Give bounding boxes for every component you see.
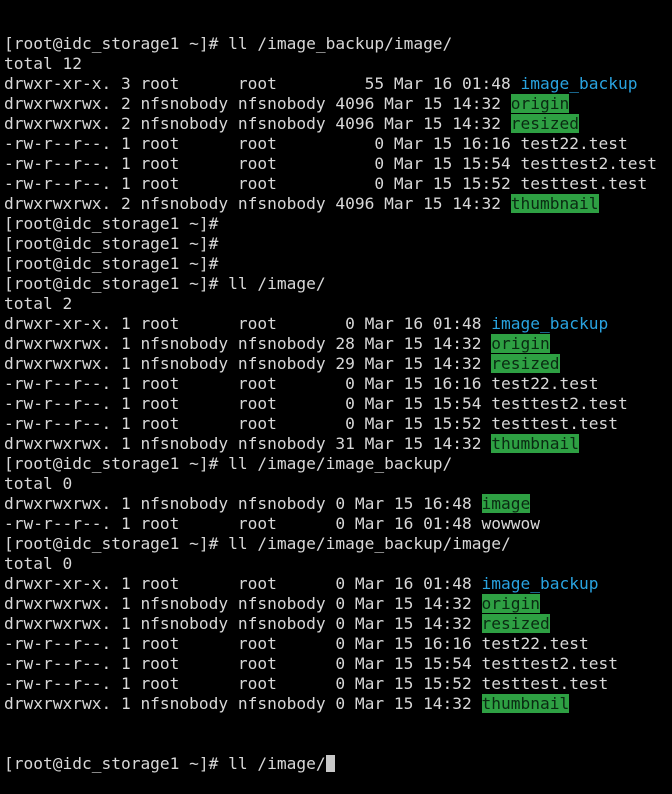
listing-details: drwxrwxrwx. 2 nfsnobody nfsnobody 4096 M… [4,94,511,113]
prompt-line: [root@idc_storage1 ~]# [4,254,672,274]
listing-details: -rw-r--r--. 1 root root 0 Mar 16 01:48 [4,514,482,533]
directory-name: origin [510,94,570,113]
file-name: testtest.test [491,414,618,433]
listing-details: drwxrwxrwx. 1 nfsnobody nfsnobody 29 Mar… [4,354,492,373]
listing-details: drwxrwxrwx. 1 nfsnobody nfsnobody 31 Mar… [4,434,492,453]
listing-details: -rw-r--r--. 1 root root 0 Mar 15 16:16 [4,634,482,653]
file-name: testtest2.test [491,394,628,413]
output-text: total 0 [4,554,73,573]
listing-details: -rw-r--r--. 1 root root 0 Mar 15 15:54 [4,654,482,673]
prompt-line: [root@idc_storage1 ~]# ll /image/image_b… [4,534,672,554]
file-name: testtest2.test [481,654,618,673]
prompt-text: [root@idc_storage1 ~]# [4,214,219,233]
listing-details: drwxrwxrwx. 1 nfsnobody nfsnobody 0 Mar … [4,494,482,513]
listing-row: drwxr-xr-x. 1 root root 0 Mar 16 01:48 i… [4,574,672,594]
prompt-line: [root@idc_storage1 ~]# [4,234,672,254]
listing-row: -rw-r--r--. 1 root root 0 Mar 15 16:16 t… [4,374,672,394]
prompt-text: [root@idc_storage1 ~]# ll /image_backup/… [4,34,453,53]
listing-row: drwxrwxrwx. 1 nfsnobody nfsnobody 0 Mar … [4,694,672,714]
listing-row: drwxr-xr-x. 1 root root 0 Mar 16 01:48 i… [4,314,672,334]
output-line: total 0 [4,554,672,574]
prompt-line: [root@idc_storage1 ~]# ll /image/image_b… [4,454,672,474]
directory-name: thumbnail [510,194,599,213]
current-prompt[interactable]: [root@idc_storage1 ~]# ll /image/ [4,754,326,773]
listing-row: -rw-r--r--. 1 root root 0 Mar 15 15:52 t… [4,174,672,194]
file-name: test22.test [481,634,589,653]
directory-name: image_backup [520,74,638,93]
directory-name: image_backup [491,314,609,333]
directory-name: origin [481,594,541,613]
directory-name: image [481,494,531,513]
listing-row: drwxrwxrwx. 1 nfsnobody nfsnobody 0 Mar … [4,494,672,514]
listing-details: -rw-r--r--. 1 root root 0 Mar 15 15:54 [4,154,521,173]
listing-details: -rw-r--r--. 1 root root 0 Mar 15 15:54 [4,394,492,413]
listing-row: drwxrwxrwx. 1 nfsnobody nfsnobody 0 Mar … [4,594,672,614]
listing-row: drwxrwxrwx. 1 nfsnobody nfsnobody 28 Mar… [4,334,672,354]
output-text: total 12 [4,54,82,73]
listing-row: drwxrwxrwx. 1 nfsnobody nfsnobody 29 Mar… [4,354,672,374]
listing-row: -rw-r--r--. 1 root root 0 Mar 15 16:16 t… [4,134,672,154]
output-line: total 12 [4,54,672,74]
output-text: total 2 [4,294,73,313]
listing-details: drwxrwxrwx. 1 nfsnobody nfsnobody 0 Mar … [4,614,482,633]
prompt-text: [root@idc_storage1 ~]# ll /image/ [4,274,326,293]
prompt-text: [root@idc_storage1 ~]# ll /image/image_b… [4,534,511,553]
directory-name: thumbnail [481,694,570,713]
listing-details: drwxr-xr-x. 1 root root 0 Mar 16 01:48 [4,314,492,333]
prompt-text: [root@idc_storage1 ~]# [4,254,219,273]
listing-row: drwxrwxrwx. 2 nfsnobody nfsnobody 4096 M… [4,94,672,114]
directory-name: origin [491,334,550,353]
listing-row: drwxrwxrwx. 2 nfsnobody nfsnobody 4096 M… [4,114,672,134]
prompt-text: [root@idc_storage1 ~]# [4,234,219,253]
listing-row: -rw-r--r--. 1 root root 0 Mar 15 15:52 t… [4,414,672,434]
listing-row: -rw-r--r--. 1 root root 0 Mar 16 01:48 w… [4,514,672,534]
listing-row: -rw-r--r--. 1 root root 0 Mar 15 15:54 t… [4,654,672,674]
listing-details: drwxrwxrwx. 1 nfsnobody nfsnobody 0 Mar … [4,594,482,613]
prompt-line: [root@idc_storage1 ~]# ll /image_backup/… [4,34,672,54]
file-name: test22.test [520,134,628,153]
listing-details: -rw-r--r--. 1 root root 0 Mar 15 15:52 [4,674,482,693]
directory-name: image_backup [481,574,599,593]
listing-details: drwxrwxrwx. 1 nfsnobody nfsnobody 28 Mar… [4,334,492,353]
directory-name: resized [510,114,580,133]
directory-name: resized [481,614,550,633]
directory-name: thumbnail [491,434,580,453]
directory-name: resized [491,354,560,373]
output-line: total 2 [4,294,672,314]
file-name: testtest.test [520,174,648,193]
listing-row: drwxrwxrwx. 1 nfsnobody nfsnobody 0 Mar … [4,614,672,634]
file-name: testtest2.test [520,154,657,173]
listing-row: -rw-r--r--. 1 root root 0 Mar 15 15:54 t… [4,154,672,174]
output-text: total 0 [4,474,73,493]
listing-row: drwxr-xr-x. 3 root root 55 Mar 16 01:48 … [4,74,672,94]
listing-details: drwxrwxrwx. 2 nfsnobody nfsnobody 4096 M… [4,114,511,133]
file-name: testtest.test [481,674,609,693]
listing-row: drwxrwxrwx. 2 nfsnobody nfsnobody 4096 M… [4,194,672,214]
listing-details: drwxrwxrwx. 1 nfsnobody nfsnobody 0 Mar … [4,694,482,713]
listing-details: drwxr-xr-x. 3 root root 55 Mar 16 01:48 [4,74,521,93]
listing-details: drwxr-xr-x. 1 root root 0 Mar 16 01:48 [4,574,482,593]
cursor-icon [325,755,335,772]
file-name: wowwow [481,514,541,533]
listing-details: -rw-r--r--. 1 root root 0 Mar 15 15:52 [4,174,521,193]
listing-details: -rw-r--r--. 1 root root 0 Mar 15 16:16 [4,374,492,393]
prompt-line: [root@idc_storage1 ~]# ll /image/ [4,274,672,294]
listing-row: -rw-r--r--. 1 root root 0 Mar 15 16:16 t… [4,634,672,654]
listing-row: -rw-r--r--. 1 root root 0 Mar 15 15:52 t… [4,674,672,694]
current-command-line[interactable]: [root@idc_storage1 ~]# ll /image/ [4,754,672,774]
prompt-line: [root@idc_storage1 ~]# [4,214,672,234]
prompt-text: [root@idc_storage1 ~]# ll /image/image_b… [4,454,453,473]
listing-details: -rw-r--r--. 1 root root 0 Mar 15 15:52 [4,414,492,433]
terminal-window[interactable]: [root@idc_storage1 ~]# ll /image_backup/… [4,0,672,794]
terminal-output: [root@idc_storage1 ~]# ll /image_backup/… [4,34,672,714]
listing-row: -rw-r--r--. 1 root root 0 Mar 15 15:54 t… [4,394,672,414]
listing-row: drwxrwxrwx. 1 nfsnobody nfsnobody 31 Mar… [4,434,672,454]
listing-details: -rw-r--r--. 1 root root 0 Mar 15 16:16 [4,134,521,153]
listing-details: drwxrwxrwx. 2 nfsnobody nfsnobody 4096 M… [4,194,511,213]
output-line: total 0 [4,474,672,494]
file-name: test22.test [491,374,599,393]
